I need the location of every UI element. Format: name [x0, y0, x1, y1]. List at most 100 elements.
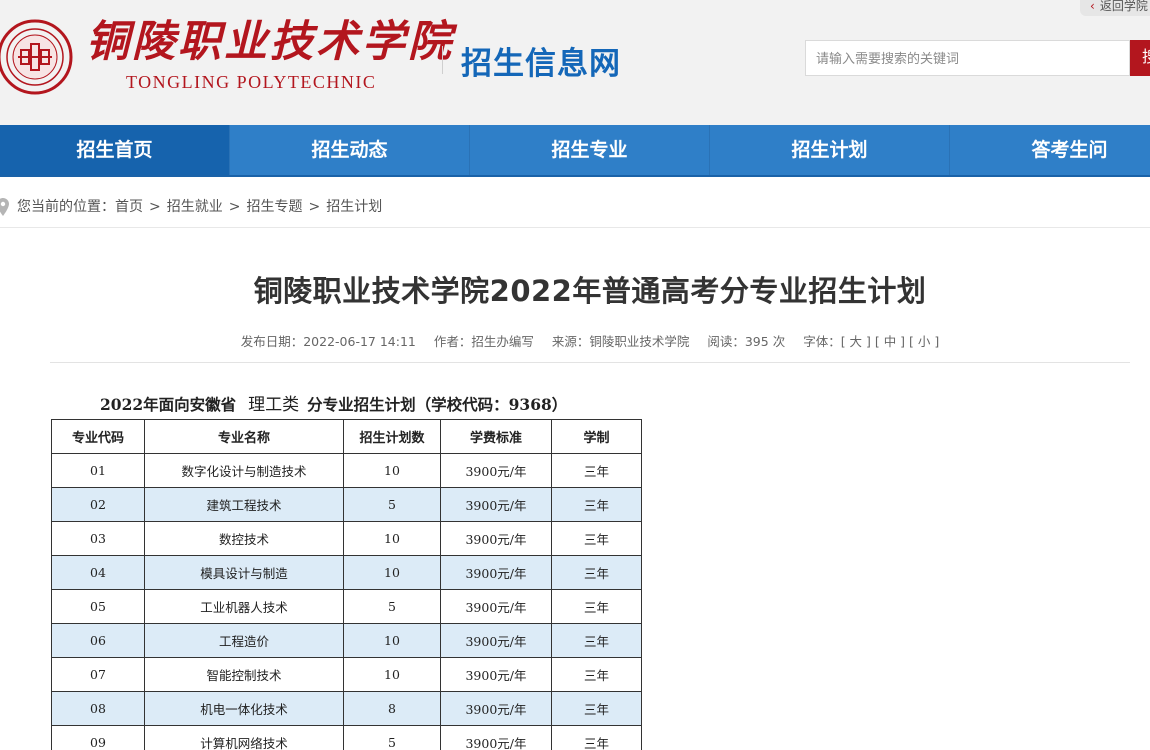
cell-code: 03: [51, 521, 145, 556]
cell-tuition: 3900元/年: [440, 453, 552, 488]
breadcrumb-home[interactable]: 首页: [115, 190, 143, 224]
nav-item-plan[interactable]: 招生计划: [710, 125, 950, 175]
cell-quota: 10: [343, 521, 441, 556]
cell-major: 机电一体化技术: [144, 691, 344, 726]
cell-quota: 10: [343, 555, 441, 590]
cell-duration: 三年: [551, 623, 642, 658]
breadcrumb-employment[interactable]: 招生就业: [167, 190, 223, 224]
table-row: 07 智能控制技术 10 3900元/年 三年: [51, 657, 642, 692]
main-nav: 招生首页 招生动态 招生专业 招生计划 答考生问: [0, 125, 1150, 177]
cell-tuition: 3900元/年: [440, 487, 552, 522]
school-name-en[interactable]: TONGLING POLYTECHNIC: [126, 72, 376, 93]
cell-tuition: 3900元/年: [440, 691, 552, 726]
table-row: 08 机电一体化技术 8 3900元/年 三年: [51, 691, 642, 726]
table-row: 03 数控技术 10 3900元/年 三年: [51, 521, 642, 556]
cell-code: 06: [51, 623, 145, 658]
col-header-quota: 招生计划数: [343, 419, 441, 454]
col-header-duration: 学制: [551, 419, 642, 454]
breadcrumb-prefix: 您当前的位置：: [17, 199, 115, 215]
nav-item-qa[interactable]: 答考生问: [950, 125, 1150, 175]
table-caption: 2022年面向安徽省 理工类 分专业招生计划（学校代码：9368）: [100, 390, 567, 415]
breadcrumb-divider: [0, 227, 1150, 228]
cell-duration: 三年: [551, 453, 642, 488]
cell-quota: 10: [343, 657, 441, 692]
table-row: 02 建筑工程技术 5 3900元/年 三年: [51, 487, 642, 522]
nav-item-news[interactable]: 招生动态: [230, 125, 470, 175]
search-input[interactable]: [805, 40, 1130, 76]
cell-major: 智能控制技术: [144, 657, 344, 692]
col-header-code: 专业代码: [51, 419, 145, 454]
table-row: 04 模具设计与制造 10 3900元/年 三年: [51, 555, 642, 590]
cell-quota: 5: [343, 589, 441, 624]
breadcrumb-separator: >: [228, 199, 241, 215]
cell-tuition: 3900元/年: [440, 521, 552, 556]
cell-major: 数字化设计与制造技术: [144, 453, 344, 488]
breadcrumb-topics[interactable]: 招生专题: [246, 190, 302, 224]
cell-tuition: 3900元/年: [440, 725, 552, 750]
cell-duration: 三年: [551, 589, 642, 624]
back-link-label: 返回学院: [1099, 0, 1148, 13]
cell-quota: 5: [343, 487, 441, 522]
article-author: 作者：招生办编写: [433, 334, 534, 349]
cell-tuition: 3900元/年: [440, 555, 552, 590]
caption-prefix: 2022年面向安徽省: [100, 395, 237, 414]
cell-tuition: 3900元/年: [440, 623, 552, 658]
logo-divider: [442, 46, 443, 74]
cell-code: 01: [51, 453, 145, 488]
breadcrumb-separator: >: [308, 199, 321, 215]
table-row: 06 工程造价 10 3900元/年 三年: [51, 623, 642, 658]
cell-tuition: 3900元/年: [440, 589, 552, 624]
search-button[interactable]: 搜索: [1130, 40, 1150, 76]
cell-quota: 10: [343, 623, 441, 658]
cell-major: 数控技术: [144, 521, 344, 556]
breadcrumb-separator: >: [149, 199, 161, 215]
article-title: 铜陵职业技术学院2022年普通高考分专业招生计划: [253, 274, 927, 308]
site-header: 铜陵职业技术学院 TONGLING POLYTECHNIC 招生信息网 ‹ 返回学…: [0, 0, 1150, 125]
cell-code: 05: [51, 589, 145, 624]
meta-divider: [50, 362, 1130, 363]
cell-major: 模具设计与制造: [144, 555, 344, 590]
site-title[interactable]: 招生信息网: [461, 38, 621, 83]
col-header-major: 专业名称: [144, 419, 344, 454]
cell-duration: 三年: [551, 521, 642, 556]
back-to-college-link[interactable]: ‹ 返回学院: [1080, 0, 1150, 16]
cell-quota: 5: [343, 725, 441, 750]
article-source: 来源：铜陵职业技术学院: [551, 334, 690, 349]
enrollment-plan-table: 专业代码 专业名称 招生计划数 学费标准 学制 01 数字化设计与制造技术 10 39…: [51, 419, 642, 750]
table-row: 05 工业机器人技术 5 3900元/年 三年: [51, 589, 642, 624]
cell-major: 工程造价: [144, 623, 344, 658]
cell-duration: 三年: [551, 691, 642, 726]
cell-duration: 三年: [551, 725, 642, 750]
cell-code: 09: [51, 725, 145, 750]
cell-code: 08: [51, 691, 145, 726]
cell-duration: 三年: [551, 555, 642, 590]
chevron-left-icon: ‹: [1090, 0, 1095, 13]
table-row: 01 数字化设计与制造技术 10 3900元/年 三年: [51, 453, 642, 488]
cell-tuition: 3900元/年: [440, 657, 552, 692]
school-name-cn[interactable]: 铜陵职业技术学院: [86, 16, 454, 68]
cell-duration: 三年: [551, 487, 642, 522]
breadcrumb-plan[interactable]: 招生计划: [326, 190, 382, 224]
caption-category: 理工类: [248, 395, 300, 415]
article-meta: 发布日期：2022-06-17 14:11 作者：招生办编写 来源：铜陵职业技术…: [0, 331, 1150, 350]
location-pin-icon: [0, 198, 9, 216]
cell-code: 02: [51, 487, 145, 522]
col-header-tuition: 学费标准: [440, 419, 552, 454]
font-size-switcher[interactable]: 字体：[ 大 ] [ 中 ] [ 小 ]: [803, 334, 939, 349]
school-seal-icon[interactable]: [0, 14, 74, 100]
nav-item-home[interactable]: 招生首页: [0, 125, 230, 175]
cell-major: 建筑工程技术: [144, 487, 344, 522]
cell-major: 工业机器人技术: [144, 589, 344, 624]
table-row: 09 计算机网络技术 5 3900元/年 三年: [51, 725, 642, 750]
nav-item-majors[interactable]: 招生专业: [470, 125, 710, 175]
publish-date: 发布日期：2022-06-17 14:11: [240, 334, 416, 349]
cell-code: 07: [51, 657, 145, 692]
cell-quota: 10: [343, 453, 441, 488]
caption-suffix: 分专业招生计划（学校代码：9368）: [307, 395, 568, 414]
table-header-row: 专业代码 专业名称 招生计划数 学费标准 学制: [51, 419, 642, 454]
cell-code: 04: [51, 555, 145, 590]
cell-major: 计算机网络技术: [144, 725, 344, 750]
breadcrumb: 您当前的位置： 首页 > 招生就业 > 招生专题 > 招生计划: [0, 190, 382, 224]
cell-duration: 三年: [551, 657, 642, 692]
cell-quota: 8: [343, 691, 441, 726]
